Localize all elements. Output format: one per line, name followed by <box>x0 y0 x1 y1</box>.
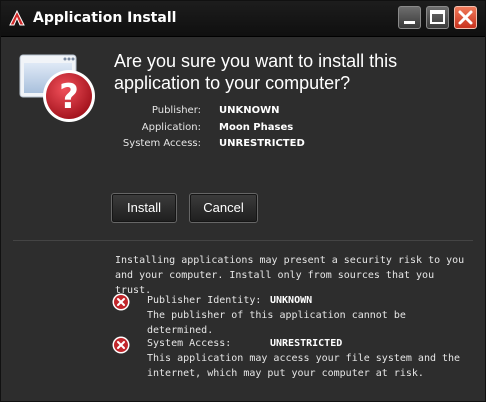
svg-text:?: ? <box>59 77 79 117</box>
minimize-icon <box>404 21 415 24</box>
divider <box>13 240 473 241</box>
risk-label: System Access: <box>147 338 232 349</box>
install-question-icon: ? <box>19 54 95 122</box>
title-bar[interactable]: Application Install <box>1 1 485 37</box>
risk-description: The publisher of this application cannot… <box>147 310 406 336</box>
minimize-button[interactable] <box>398 6 421 29</box>
detail-label: Publisher: <box>151 105 201 116</box>
risk-value: UNKNOWN <box>270 295 313 306</box>
detail-value: UNKNOWN <box>219 105 280 116</box>
risk-value: UNRESTRICTED <box>270 338 343 349</box>
maximize-button[interactable] <box>426 6 449 29</box>
security-warning: Installing applications may present a se… <box>115 255 465 296</box>
risk-system-access: System Access: UNRESTRICTED This applicat… <box>147 336 477 381</box>
maximize-icon <box>430 10 445 24</box>
detail-label: System Access: <box>122 138 201 149</box>
detail-label: Application: <box>141 122 201 133</box>
window-title: Application Install <box>33 10 177 26</box>
close-button[interactable] <box>454 6 477 29</box>
risk-publisher-identity: Publisher Identity: UNKNOWN The publisher… <box>147 293 477 338</box>
adobe-air-logo-icon <box>9 9 25 26</box>
close-icon <box>458 10 473 25</box>
install-dialog: Application Install ? Are you sure you w… <box>0 0 486 402</box>
detail-value: UNRESTRICTED <box>219 138 305 149</box>
detail-value: Moon Phases <box>219 122 294 133</box>
risk-description: This application may access your file sy… <box>147 353 461 379</box>
error-x-icon <box>112 336 130 354</box>
cancel-button[interactable]: Cancel <box>189 193 258 223</box>
risk-label: Publisher Identity: <box>147 295 262 306</box>
error-x-icon <box>112 293 130 311</box>
install-button[interactable]: Install <box>111 193 177 223</box>
confirm-question: Are you sure you want to install this ap… <box>114 51 398 93</box>
